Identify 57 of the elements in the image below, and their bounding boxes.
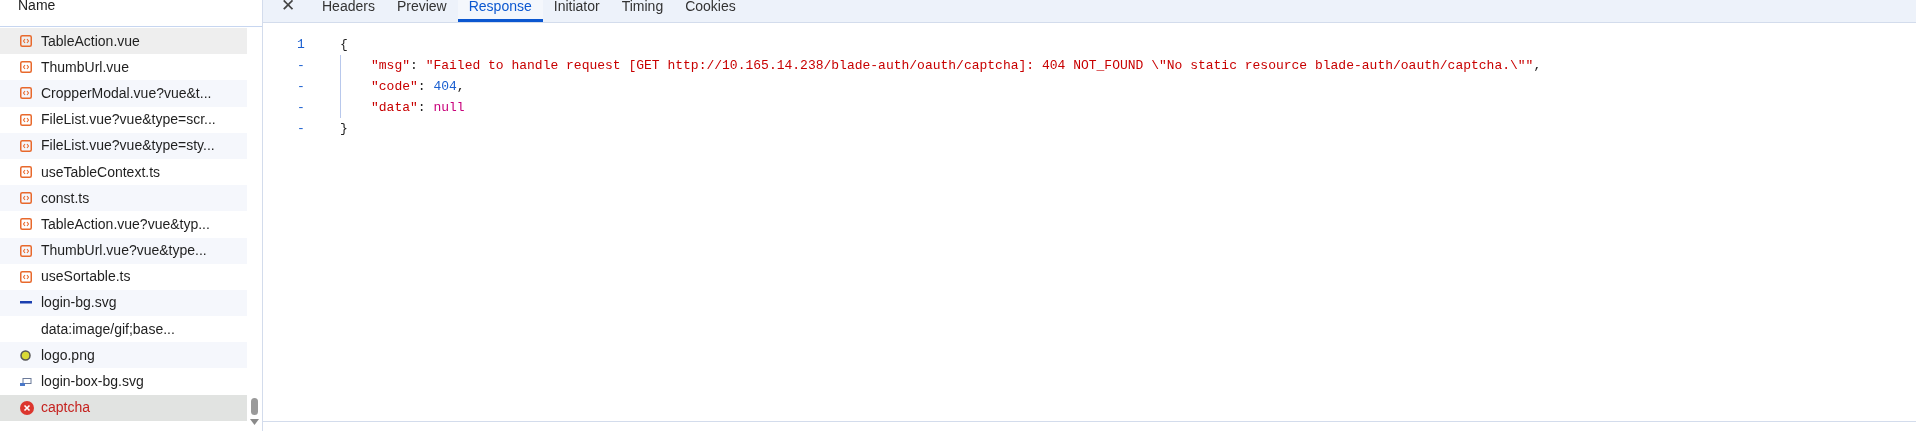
code-file-icon [20,113,32,126]
request-name: FileList.vue?vue&type=sty... [41,136,215,156]
code-file-icon [20,139,32,152]
close-button[interactable]: ✕ [281,0,305,13]
error-icon [20,400,34,415]
request-row[interactable]: CropperModal.vue?vue&t... [0,80,247,107]
line-number: - [296,98,306,117]
request-name: FileList.vue?vue&type=scr... [41,110,216,130]
code-file-icon [20,192,32,205]
request-row[interactable]: login-bg.svg [0,289,247,317]
code-line: "msg": "Failed to handle request [GET http://10.165.14.238/blade-auth/oauth/captcha]: 404 NOT_FOUND \"No static resource blade-auth/oauth/captcha.\"", [371,56,1542,75]
request-name: login-box-bg.svg [41,372,144,392]
request-name: ThumbUrl.vue [41,57,129,77]
request-name: login-bg.svg [41,293,117,313]
code-file-icon [20,218,32,231]
code-file-icon [20,35,32,48]
request-name: useSortable.ts [41,267,131,287]
request-name: logo.png [41,345,95,365]
request-name: TableAction.vue?vue&typ... [41,214,210,234]
tab[interactable]: Preview [385,0,458,22]
tab[interactable]: Timing [610,0,675,22]
line-number: 1 [296,35,306,54]
image-thumbnail-icon [20,377,32,386]
request-name: ThumbUrl.vue?vue&type... [41,241,207,261]
code-file-icon [20,270,32,283]
code-file-icon [20,61,32,74]
request-name: CropperModal.vue?vue&t... [41,83,212,103]
request-row[interactable]: const.ts [0,185,247,212]
code-file-icon [20,87,32,100]
request-name: const.ts [41,188,90,208]
request-row[interactable]: ThumbUrl.vue?vue&type... [0,237,247,264]
line-number: - [296,119,306,138]
line-number: - [296,77,306,96]
request-row[interactable]: FileList.vue?vue&type=sty... [0,132,247,159]
code-line: } [340,119,348,138]
request-row[interactable]: logo.png [0,342,247,369]
scrollbar-thumb[interactable] [251,398,258,415]
code-file-icon [20,166,32,179]
dot-icon [20,349,31,361]
code-line: "data": null [371,98,465,117]
tab[interactable]: Cookies [674,0,747,22]
request-name: TableAction.vue [41,31,140,51]
scroll-down-icon[interactable] [250,419,259,425]
request-name: data:image/gif;base... [41,319,175,339]
request-row[interactable]: TableAction.vue [0,28,247,55]
tab[interactable]: Headers [311,0,386,22]
request-name: captcha [41,398,91,418]
code-line: "code": 404, [371,77,465,96]
dash-icon [20,301,32,305]
request-name: useTableContext.ts [41,162,161,182]
request-row[interactable]: captcha [0,394,247,421]
line-number: - [296,56,306,75]
tab[interactable]: Initiator [542,0,611,22]
code-line: { [340,35,348,54]
column-header[interactable]: Name [0,0,247,26]
tab[interactable]: Response [457,0,543,22]
code-file-icon [20,244,32,257]
